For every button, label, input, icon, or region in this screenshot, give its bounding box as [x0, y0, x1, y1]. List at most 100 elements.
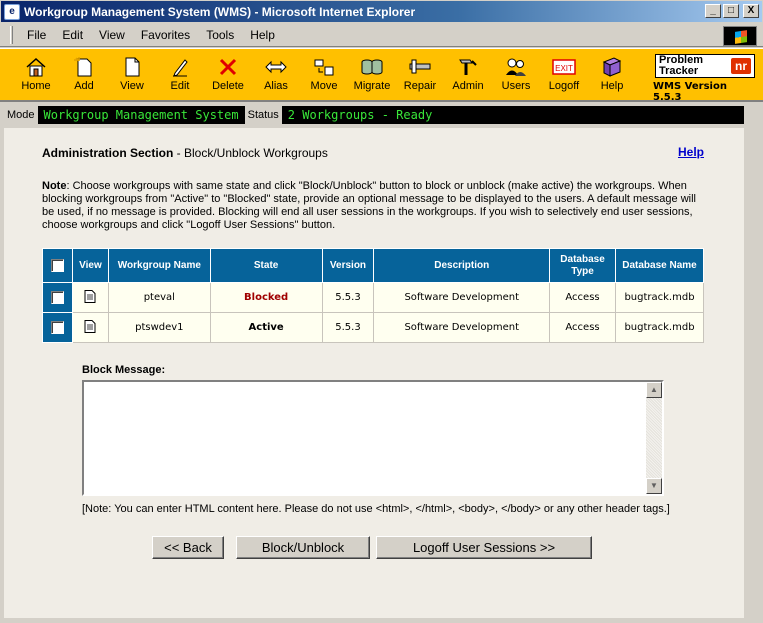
toolbar-admin-button[interactable]: Admin: [444, 49, 492, 92]
instructions-note: Note: Choose workgroups with same state …: [42, 180, 702, 232]
header-version: Version: [321, 248, 375, 283]
block-message-scrollbar[interactable]: ▲ ▼: [646, 382, 662, 494]
menubar: File Edit View Favorites Tools Help: [0, 23, 763, 47]
header-view: View: [71, 248, 109, 283]
toolbar-logoff-label: Logoff: [548, 80, 580, 92]
toolbar-add-button[interactable]: Add: [60, 49, 108, 92]
row-select-cell: [42, 282, 73, 313]
mode-label: Mode: [4, 106, 38, 124]
row-view-cell[interactable]: [71, 312, 109, 343]
document-icon[interactable]: [84, 289, 96, 303]
brand-line2: Tracker: [659, 65, 699, 77]
row-version: 5.5.3: [321, 282, 375, 313]
row-state: Blocked: [209, 282, 323, 313]
toolbar-alias-button[interactable]: Alias: [252, 49, 300, 92]
repair-icon: [409, 59, 431, 74]
row-workgroup-name: pteval: [107, 282, 211, 313]
migrate-icon: [361, 59, 383, 75]
home-icon: [26, 57, 46, 77]
toolbar-repair-button[interactable]: Repair: [396, 49, 444, 92]
view-icon: [125, 57, 140, 77]
toolbar-users-label: Users: [501, 80, 531, 92]
row-description: Software Development: [373, 312, 551, 343]
row-checkbox[interactable]: [50, 321, 64, 334]
row-checkbox[interactable]: [50, 291, 64, 304]
toolbar-users-button[interactable]: Users: [492, 49, 540, 92]
document-icon[interactable]: [84, 319, 96, 333]
toolbar-alias-label: Alias: [264, 80, 288, 92]
toolbar-edit-button[interactable]: Edit: [156, 49, 204, 92]
mode-status-bar: Mode Workgroup Management System Status …: [4, 106, 744, 124]
row-database-name: bugtrack.mdb: [614, 282, 705, 313]
toolbar-view-button[interactable]: View: [108, 49, 156, 92]
workgroup-table: View Workgroup Name State Version Descri…: [42, 248, 705, 343]
select-all-header: [42, 248, 73, 283]
minimize-button[interactable]: _: [705, 4, 721, 18]
help-icon: [602, 57, 622, 77]
main-content: Administration Section - Block/Unblock W…: [4, 128, 744, 618]
block-message-label: Block Message:: [82, 364, 166, 376]
brand-logo: Problem Tracker nr: [655, 54, 755, 78]
toolbar-delete-label: Delete: [212, 80, 244, 92]
block-message-input[interactable]: [84, 382, 647, 494]
version-label: WMS Version 5.5.3: [653, 81, 727, 103]
logoff-icon: EXIT: [552, 59, 576, 75]
status-value: 2 Workgroups - Ready: [287, 108, 433, 122]
window-controls: _ □ X: [705, 4, 759, 18]
menu-file[interactable]: File: [19, 26, 54, 44]
status-label: Status: [244, 106, 282, 124]
admin-icon: [459, 59, 477, 75]
toolbar-migrate-button[interactable]: Migrate: [348, 49, 396, 92]
problem-tracker-brand: Problem Tracker nr WMS Version 5.5.3: [653, 54, 757, 103]
table-header-row: View Workgroup Name State Version Descri…: [42, 248, 705, 283]
edit-icon: [173, 59, 188, 77]
toolbar-delete-button[interactable]: Delete: [204, 49, 252, 92]
toolbar-migrate-label: Migrate: [353, 80, 391, 92]
row-view-cell[interactable]: [71, 282, 109, 313]
html-content-note: [Note: You can enter HTML content here. …: [82, 503, 670, 515]
header-database-name: Database Name: [614, 248, 705, 283]
toolbar-move-button[interactable]: Move: [300, 49, 348, 92]
toolbar-admin-label: Admin: [452, 80, 484, 92]
select-all-checkbox[interactable]: [50, 258, 64, 272]
row-state: Active: [209, 312, 323, 343]
header-database-type: Database Type: [549, 248, 616, 283]
block-message-box: ▲ ▼: [82, 380, 664, 496]
toolbar-help-button[interactable]: Help: [588, 49, 636, 92]
maximize-button[interactable]: □: [723, 4, 739, 18]
alias-icon: [265, 60, 287, 74]
note-label: Note: [42, 180, 67, 192]
header-state: State: [209, 248, 323, 283]
toolbar-edit-label: Edit: [170, 80, 190, 92]
scroll-up-arrow-icon[interactable]: ▲: [646, 382, 662, 398]
mode-value: Workgroup Management System: [43, 108, 239, 122]
menu-favorites[interactable]: Favorites: [133, 26, 198, 44]
menu-edit[interactable]: Edit: [54, 26, 91, 44]
block-unblock-button[interactable]: Block/Unblock: [236, 536, 370, 559]
back-button[interactable]: << Back: [152, 536, 224, 559]
section-name: Administration Section: [42, 146, 174, 160]
menu-help[interactable]: Help: [242, 26, 283, 44]
row-database-name: bugtrack.mdb: [614, 312, 705, 343]
move-icon: [314, 59, 334, 76]
logoff-exit-text: EXIT: [555, 64, 573, 73]
brand-text: Problem Tracker: [659, 55, 703, 77]
users-icon: [506, 58, 526, 76]
help-link[interactable]: Help: [678, 145, 704, 159]
header-workgroup-name: Workgroup Name: [107, 248, 211, 283]
scroll-down-arrow-icon[interactable]: ▼: [646, 478, 662, 494]
row-database-type: Access: [549, 312, 616, 343]
table-row: pteval Blocked 5.5.3 Software Developmen…: [42, 282, 705, 313]
logoff-user-sessions-button[interactable]: Logoff User Sessions >>: [376, 536, 592, 559]
close-button[interactable]: X: [743, 4, 759, 18]
toolbar-view-label: View: [120, 80, 144, 92]
toolbar-help-label: Help: [600, 80, 624, 92]
menu-view[interactable]: View: [91, 26, 133, 44]
window-titlebar[interactable]: e Workgroup Management System (WMS) - Mi…: [0, 0, 763, 23]
menu-tools[interactable]: Tools: [198, 26, 242, 44]
toolbar-logoff-button[interactable]: EXIT Logoff: [540, 49, 588, 92]
windows-logo-icon: [723, 26, 757, 46]
toolbar-home-button[interactable]: Home: [12, 49, 60, 92]
toolbar-move-label: Move: [310, 80, 338, 92]
window-title: Workgroup Management System (WMS) - Micr…: [24, 4, 416, 19]
